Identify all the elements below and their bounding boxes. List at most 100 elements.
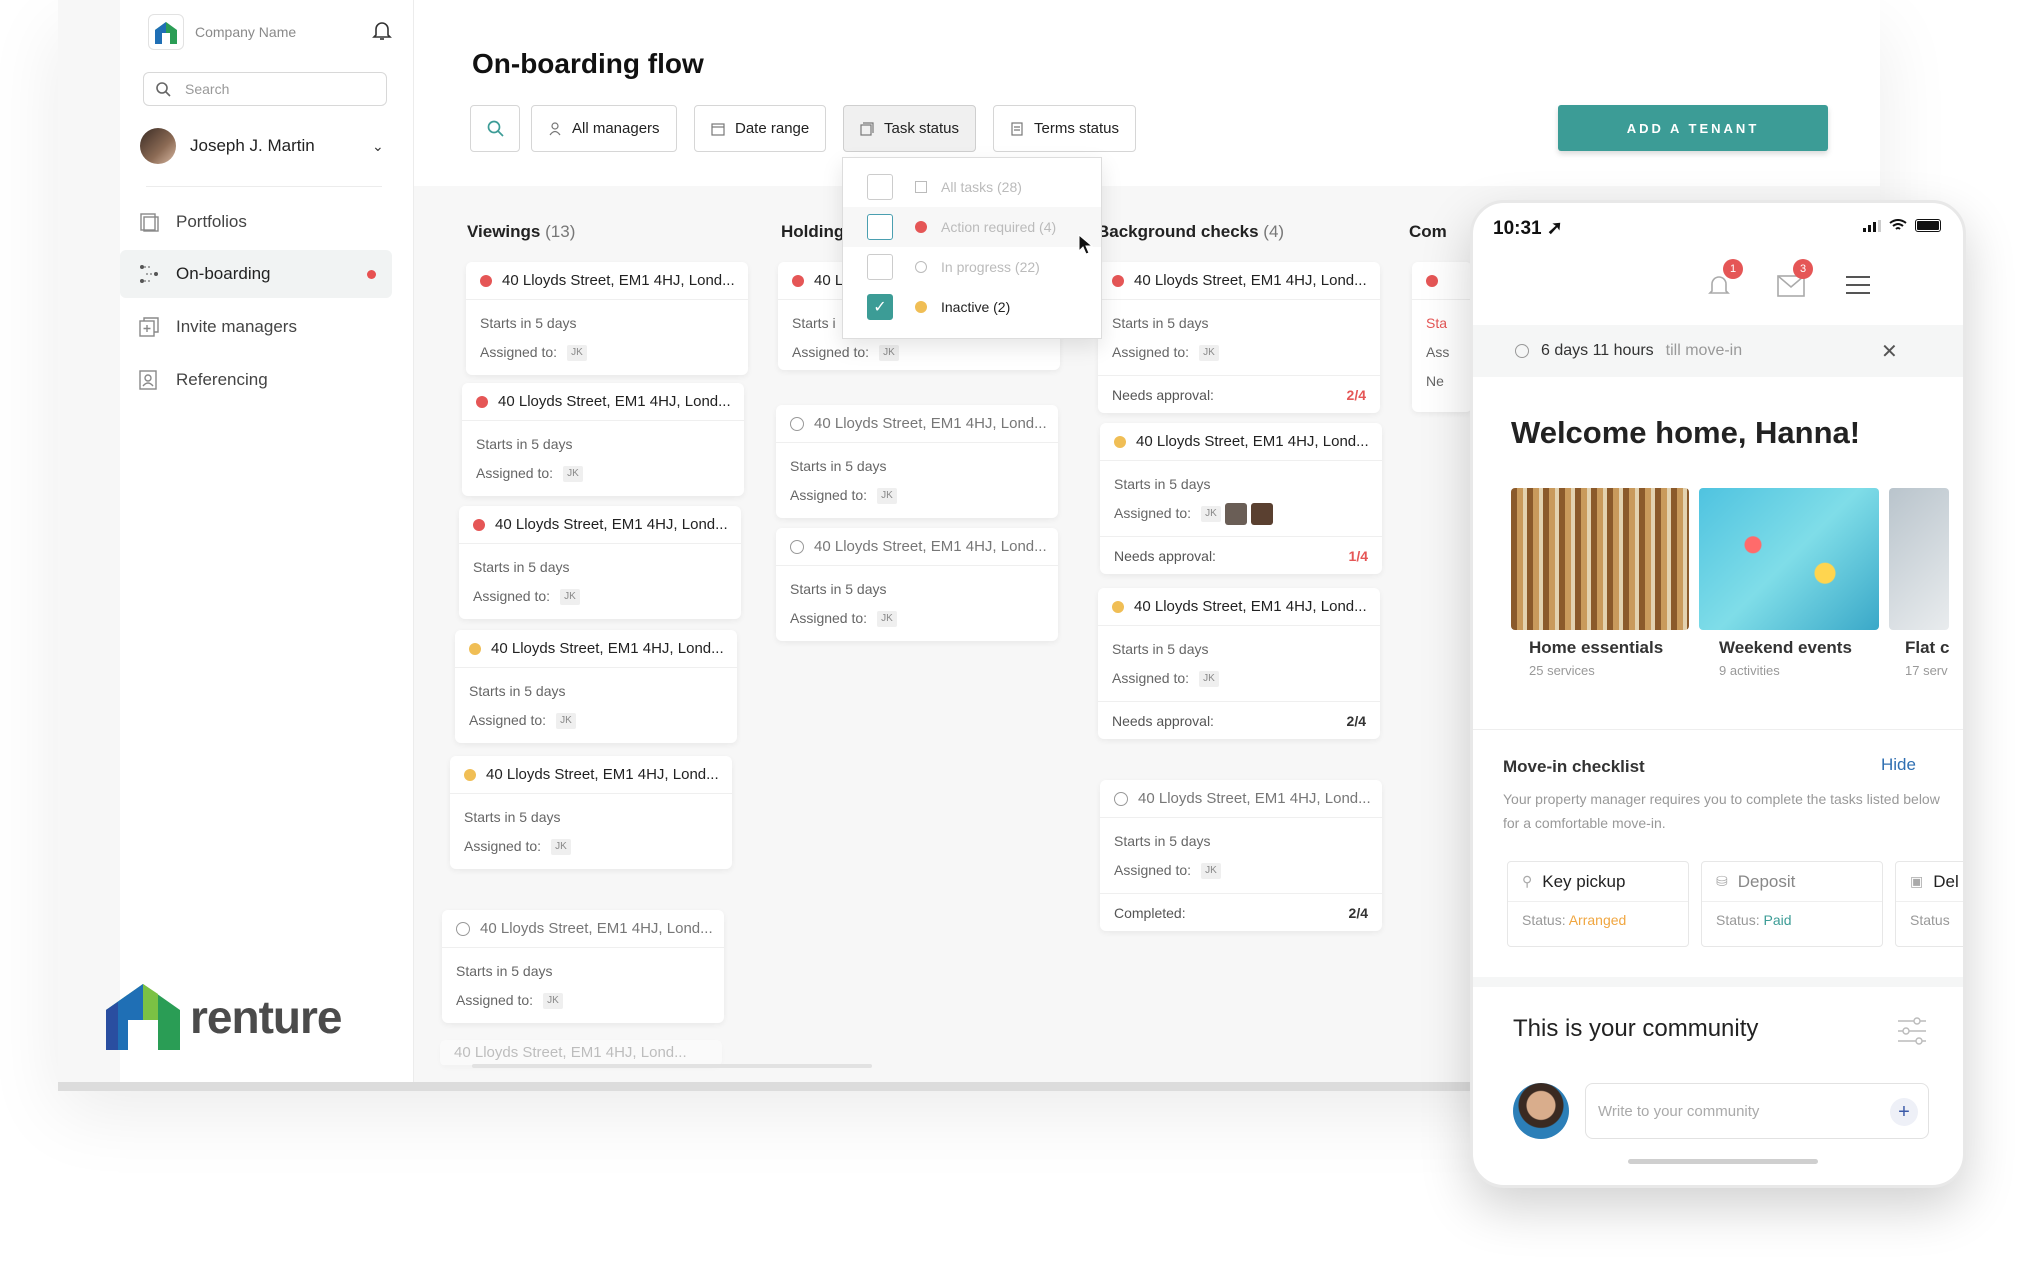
tile-subtitle: 25 services	[1529, 663, 1595, 678]
sidebar-item-invite-managers[interactable]: Invite managers	[120, 303, 392, 351]
tasks-icon	[915, 181, 927, 193]
filter-sliders-icon[interactable]	[1897, 1017, 1927, 1045]
horizontal-scrollbar[interactable]	[472, 1064, 872, 1068]
filter-date-range[interactable]: Date range	[694, 105, 827, 152]
filter-terms-status[interactable]: Terms status	[993, 105, 1137, 152]
alert-dot	[476, 395, 488, 408]
tile-title: Home essentials	[1529, 638, 1664, 657]
brand-name: renture	[190, 991, 342, 1043]
key-icon: ⚲	[1522, 873, 1533, 889]
filter-all-managers[interactable]: All managers	[531, 105, 677, 152]
user-icon	[549, 121, 561, 135]
home-essentials-image[interactable]	[1511, 488, 1689, 630]
status-bar-icons	[1863, 219, 1941, 232]
sidebar-item-portfolios[interactable]: Portfolios	[120, 198, 392, 246]
search-icon	[487, 120, 504, 137]
status-time: 10:31 ➚	[1493, 218, 1563, 239]
divider	[1473, 729, 1963, 730]
checkbox[interactable]	[867, 174, 893, 200]
divider	[1473, 977, 1963, 987]
clock-icon	[915, 261, 927, 273]
sidebar-item-referencing[interactable]: Referencing	[120, 356, 392, 404]
flat-image[interactable]	[1889, 488, 1949, 630]
community-input[interactable]: Write to your community +	[1585, 1083, 1929, 1139]
tenant-card[interactable]: 40 Lloyds Street, EM1 4HJ, Lond... Start…	[776, 405, 1058, 518]
welcome-heading: Welcome home, Hanna!	[1511, 415, 1861, 450]
avatar	[1513, 1083, 1569, 1139]
user-menu[interactable]: Joseph J. Martin	[140, 128, 315, 164]
calendar-icon	[711, 122, 725, 136]
dropdown-option-action-required[interactable]: Action required (4)	[843, 207, 1101, 247]
checkbox-checked[interactable]: ✓	[867, 294, 893, 320]
company-logo[interactable]	[148, 14, 184, 50]
tenant-card[interactable]: 40 Lloyds Street, EM1 4HJ, Lond... Start…	[776, 528, 1058, 641]
wifi-icon	[1889, 219, 1907, 230]
alert-dot	[1426, 274, 1438, 287]
checklist-item-deposit[interactable]: ⛁ Deposit Status: Paid	[1701, 861, 1883, 947]
clock-icon	[1114, 791, 1128, 806]
company-name: Company Name	[195, 24, 297, 40]
tenant-card[interactable]: 40 Lloyds Street, EM1 4HJ, Lond... Start…	[450, 756, 732, 869]
tasks-icon	[860, 121, 874, 136]
warning-dot	[464, 768, 476, 781]
tenant-card[interactable]: Sta Ass Ne	[1412, 262, 1472, 412]
checkbox[interactable]	[867, 214, 893, 240]
checklist-item-key-pickup[interactable]: ⚲ Key pickup Status: Arranged	[1507, 861, 1689, 947]
avatar	[1250, 503, 1273, 526]
add-tenant-button[interactable]: ADD A TENANT	[1558, 105, 1828, 151]
referencing-icon	[139, 370, 157, 390]
filter-task-status[interactable]: Task status	[843, 105, 977, 152]
mail-badge: 3	[1793, 259, 1813, 279]
main-header	[414, 0, 1880, 186]
weekend-events-image[interactable]	[1699, 488, 1879, 630]
alert-dot	[792, 274, 804, 287]
sidebar-item-onboarding[interactable]: On-boarding	[120, 250, 392, 298]
checkbox[interactable]	[867, 254, 893, 280]
notification-badge: 1	[1723, 259, 1743, 279]
tenant-card[interactable]: 40 Lloyds Street, EM1 4HJ, Lond... Start…	[462, 383, 744, 496]
document-icon	[1011, 121, 1023, 136]
filter-search-button[interactable]	[470, 105, 520, 152]
tenant-card[interactable]: 40 Lloyds Street, EM1 4HJ, Lond... Start…	[1098, 588, 1380, 739]
tenant-card[interactable]: 40 Lloyds Street, EM1 4HJ, Lond... Start…	[455, 630, 737, 743]
tenant-card[interactable]: 40 Lloyds Street, EM1 4HJ, Lond... Start…	[1098, 262, 1380, 413]
signal-icon	[1863, 219, 1881, 232]
tenant-card[interactable]: 40 Lloyds Street, EM1 4HJ, Lond... Start…	[459, 506, 741, 619]
clock-icon	[790, 539, 804, 554]
checklist-item-partial[interactable]: ▣ Del Status	[1895, 861, 1963, 947]
tile-subtitle: 9 activities	[1719, 663, 1780, 678]
alert-dot	[1112, 274, 1124, 287]
search-input[interactable]: Search	[143, 72, 387, 106]
tenant-card[interactable]: 40 Lloyds Street, EM1 4HJ, Lond... Start…	[1100, 423, 1382, 574]
column-header-background-checks: Background checks (4)	[1097, 222, 1285, 241]
sidebar-item-label: Portfolios	[176, 212, 247, 231]
tenant-card[interactable]: 40 Lloyds Street, EM1 4HJ, Lond... Start…	[1100, 780, 1382, 931]
menu-icon[interactable]	[1845, 275, 1871, 295]
divider	[146, 186, 382, 187]
clock-icon	[790, 416, 804, 431]
sidebar-item-label: Invite managers	[176, 317, 297, 336]
task-status-dropdown: All tasks (28) Action required (4) In pr…	[842, 157, 1102, 339]
coins-icon: ⛁	[1716, 873, 1728, 889]
tenant-card[interactable]: 40 Lloyds Street, EM1 4HJ, Lond...	[440, 1040, 722, 1066]
tenant-card[interactable]: 40 Lloyds Street, EM1 4HJ, Lond... Start…	[442, 910, 724, 1023]
warning-dot	[1112, 600, 1124, 613]
avatar	[140, 128, 176, 164]
alert-dot	[915, 221, 927, 233]
mobile-app-preview: 10:31 ➚ 1 3 6 days 11 hours till move-in …	[1470, 200, 1966, 1188]
tenant-card[interactable]: 40 Lloyds Street, EM1 4HJ, Lond... Start…	[466, 262, 748, 375]
notification-dot	[367, 270, 376, 279]
column-header-viewings: Viewings (13)	[467, 222, 576, 241]
dropdown-option-inactive[interactable]: ✓ Inactive (2)	[843, 287, 1101, 327]
plus-icon[interactable]: +	[1890, 1098, 1918, 1126]
user-name: Joseph J. Martin	[190, 136, 315, 155]
dropdown-option-all-tasks[interactable]: All tasks (28)	[843, 167, 1101, 207]
clock-icon	[1515, 344, 1529, 358]
close-icon[interactable]: ✕	[1881, 339, 1898, 364]
dropdown-option-in-progress[interactable]: In progress (22)	[843, 247, 1101, 287]
chevron-down-icon[interactable]: ⌄	[372, 138, 384, 155]
brand-logo: renture	[106, 984, 342, 1050]
hide-link[interactable]: Hide	[1881, 755, 1916, 775]
bell-icon[interactable]	[372, 20, 392, 42]
clock-icon	[456, 921, 470, 936]
